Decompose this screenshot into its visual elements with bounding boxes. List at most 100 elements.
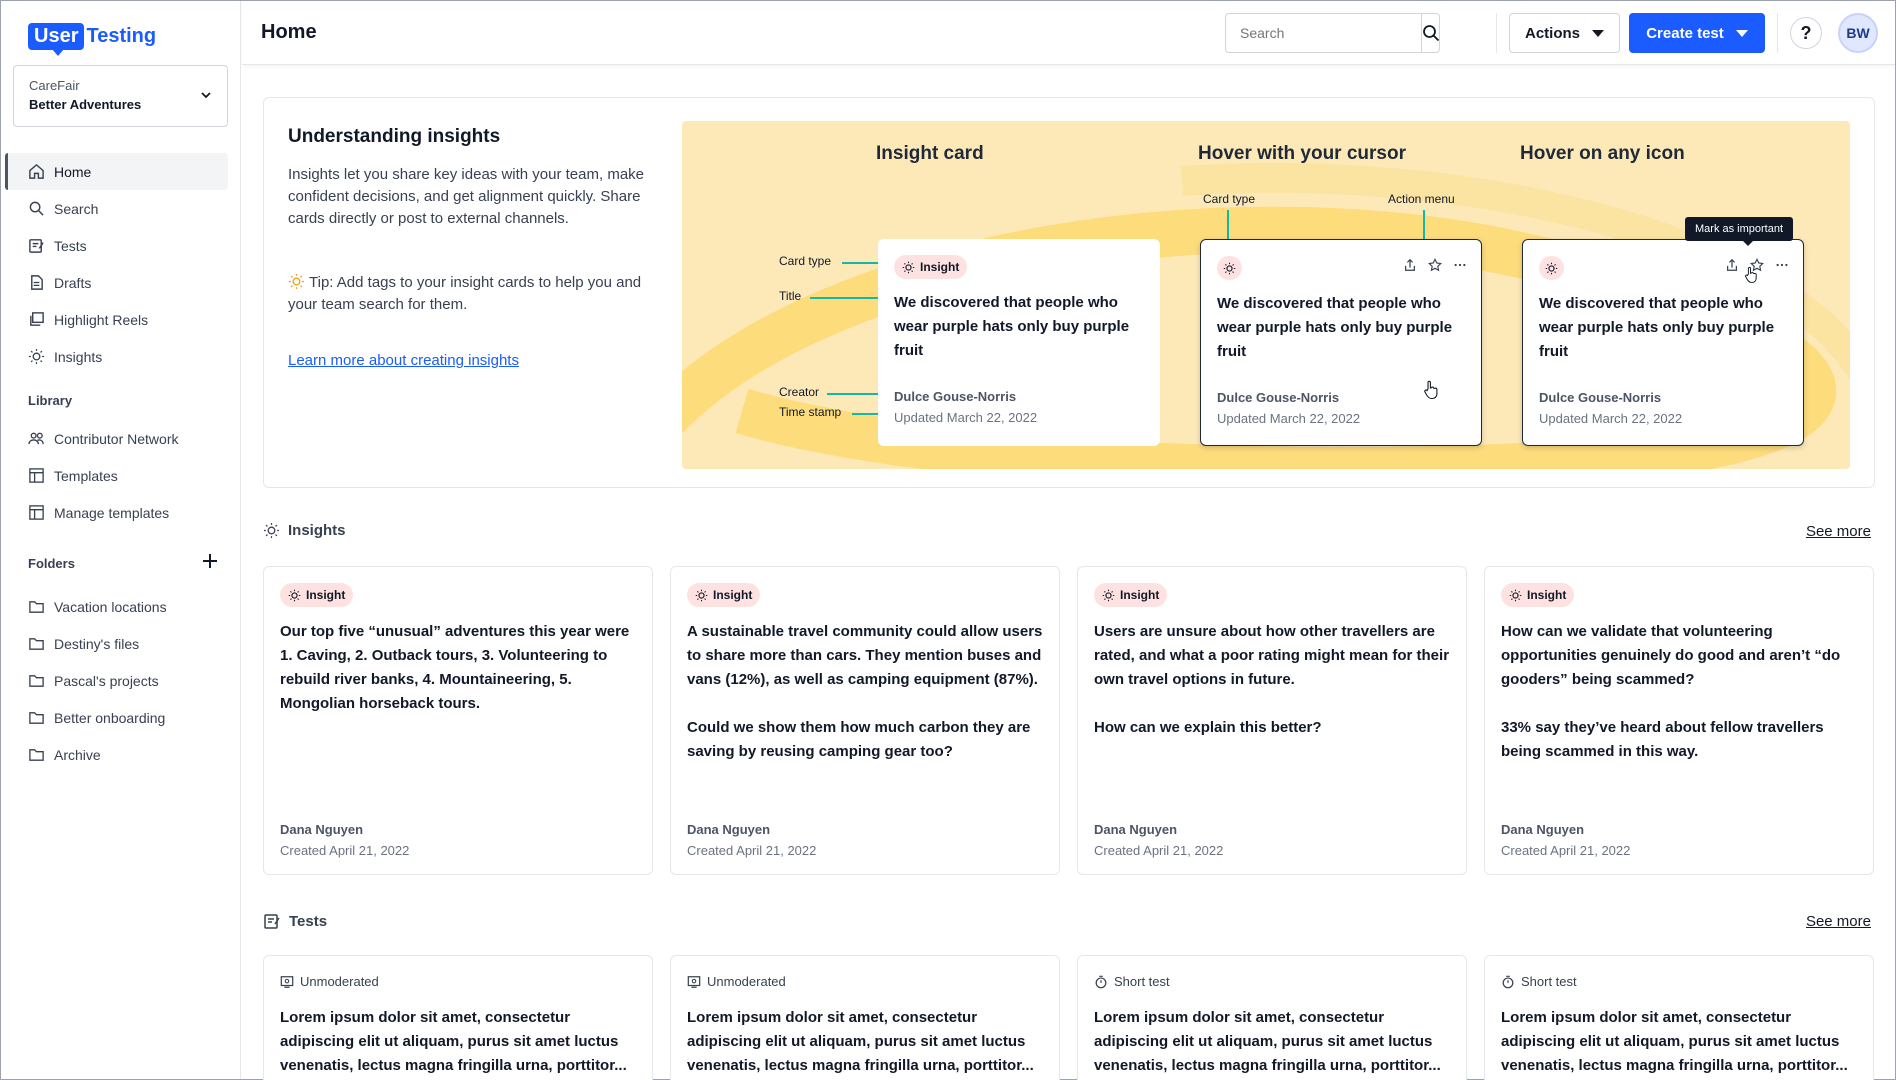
- card-author: Dulce Gouse-Norris: [1217, 390, 1340, 405]
- learn-more-link[interactable]: Learn more about creating insights: [288, 352, 519, 369]
- tip-text: Tip: Add tags to your insight cards to h…: [288, 274, 642, 313]
- create-test-button[interactable]: Create test: [1629, 13, 1765, 53]
- card-text: A sustainable travel community could all…: [687, 623, 1043, 688]
- usertesting-logo[interactable]: User Testing: [28, 21, 156, 56]
- template-icon: [29, 505, 44, 520]
- pill-label: Insight: [1120, 588, 1160, 602]
- insight-card[interactable]: Insight How can we validate that volunte…: [1484, 566, 1874, 875]
- folder-label: Vacation locations: [54, 598, 167, 615]
- card-author: Dulce Gouse-Norris: [1539, 390, 1662, 405]
- search-input[interactable]: [1226, 14, 1422, 52]
- highlight-reels-icon: [30, 312, 44, 326]
- annotation-action-menu: Action menu: [1388, 192, 1455, 206]
- section-label: Tests: [289, 912, 328, 930]
- star-icon: [1428, 258, 1442, 272]
- nav-item-templates[interactable]: Templates: [5, 457, 228, 494]
- lightbulb-icon: [695, 589, 708, 601]
- workspace-switcher[interactable]: CareFair Better Adventures: [13, 65, 228, 127]
- divider: [1777, 13, 1778, 53]
- insights-see-more-link[interactable]: See more: [1806, 523, 1871, 540]
- workspace-name: Better Adventures: [29, 97, 142, 112]
- nav-item-insights[interactable]: Insights: [5, 338, 228, 375]
- drafts-icon: [31, 275, 43, 290]
- search-icon: [1423, 25, 1440, 42]
- folder-item-destinys-files[interactable]: Destiny's files: [5, 625, 228, 662]
- nav-item-highlight-reels[interactable]: Highlight Reels: [5, 301, 228, 338]
- lightbulb-icon: [1509, 589, 1522, 601]
- lightbulb-icon: [263, 522, 280, 539]
- more-icon: [1776, 263, 1788, 267]
- test-card[interactable]: Unmoderated Lorem ipsum dolor sit amet, …: [263, 955, 653, 1080]
- lightbulb-icon: [288, 273, 305, 290]
- nav-item-home[interactable]: Home: [5, 153, 228, 190]
- card-author: Dana Nguyen: [1094, 822, 1178, 837]
- lightbulb-icon: [902, 261, 915, 273]
- card-title: We discovered that people who wear purpl…: [1217, 295, 1453, 360]
- nav-item-drafts[interactable]: Drafts: [5, 264, 228, 301]
- help-button[interactable]: ?: [1790, 17, 1822, 49]
- lightbulb-icon: [1545, 262, 1558, 274]
- nav-label-home: Home: [54, 163, 92, 180]
- pill-label: Insight: [306, 588, 346, 602]
- nav-item-contributor-network[interactable]: Contributor Network: [5, 420, 228, 457]
- tests-icon: [29, 239, 44, 253]
- insight-card[interactable]: Insight Our top five “unusual” adventure…: [263, 566, 653, 875]
- user-avatar[interactable]: BW: [1838, 13, 1878, 53]
- actions-button[interactable]: Actions: [1509, 13, 1620, 53]
- folder-label: Destiny's files: [54, 635, 140, 652]
- folder-icon: [29, 638, 44, 650]
- primary-nav: Home Search Tests Drafts Highlight Reels…: [5, 153, 228, 375]
- example-insight-card-hover: We discovered that people who wear purpl…: [1200, 239, 1482, 446]
- card-author: Dana Nguyen: [687, 822, 771, 837]
- folder-item-better-onboarding[interactable]: Better onboarding: [5, 699, 228, 736]
- insight-type-pill: Insight: [1501, 583, 1575, 607]
- top-bar: Home Actions Create test ? BW: [242, 1, 1895, 65]
- folder-item-vacation-locations[interactable]: Vacation locations: [5, 588, 228, 625]
- unmoderated-icon: [280, 975, 294, 988]
- lightbulb-icon: [288, 589, 301, 601]
- card-date: Created April 21, 2022: [687, 843, 817, 858]
- nav-item-tests[interactable]: Tests: [5, 227, 228, 264]
- hand-cursor-icon: [1424, 380, 1438, 400]
- test-card[interactable]: Short test Lorem ipsum dolor sit amet, c…: [1077, 955, 1467, 1080]
- logo-text-user: User: [28, 22, 85, 56]
- folder-item-archive[interactable]: Archive: [5, 736, 228, 773]
- test-card[interactable]: Short test Lorem ipsum dolor sit amet, c…: [1484, 955, 1874, 1080]
- card-author: Dulce Gouse-Norris: [894, 389, 1017, 404]
- nav-item-search[interactable]: Search: [5, 190, 228, 227]
- folder-icon: [29, 749, 44, 761]
- nav-label-insights: Insights: [54, 348, 103, 365]
- test-type-label: Unmoderated: [300, 974, 379, 989]
- insight-card[interactable]: Insight A sustainable travel community c…: [670, 566, 1060, 875]
- search-button[interactable]: [1422, 14, 1440, 52]
- nav-label-drafts: Drafts: [54, 274, 92, 291]
- insight-card-illustration: Insight card Hover with your cursor Hove…: [682, 121, 1850, 469]
- home-icon: [29, 163, 44, 179]
- example-insight-card-icon-hover: We discovered that people who wear purpl…: [1522, 239, 1804, 446]
- test-type-label: Short test: [1114, 974, 1170, 989]
- section-label: Insights: [288, 522, 346, 539]
- info-description: Insights let you share key ideas with yo…: [288, 166, 645, 227]
- nav-label-contributor-network: Contributor Network: [54, 430, 179, 447]
- stopwatch-icon: [1502, 975, 1514, 988]
- tests-see-more-link[interactable]: See more: [1806, 913, 1871, 930]
- card-author: Dana Nguyen: [280, 822, 364, 837]
- annotation-line: [827, 393, 884, 395]
- test-title: Lorem ipsum dolor sit amet, consectetur …: [280, 1009, 627, 1074]
- folders-nav: Vacation locations Destiny's files Pasca…: [5, 588, 228, 773]
- plus-icon[interactable]: [201, 552, 219, 570]
- insight-type-pill: Insight: [687, 583, 761, 607]
- library-heading: Library: [28, 393, 73, 408]
- card-text: 33% say they’ve heard about fellow trave…: [1501, 719, 1824, 760]
- lightbulb-icon: [28, 348, 45, 365]
- nav-label-search: Search: [54, 200, 99, 217]
- nav-item-manage-templates[interactable]: Manage templates: [5, 494, 228, 531]
- folder-item-pascals-projects[interactable]: Pascal's projects: [5, 662, 228, 699]
- sidebar: User Testing CareFair Better Adventures …: [1, 1, 241, 1079]
- tests-section-heading: Tests: [263, 912, 327, 930]
- pill-label: Insight: [1527, 588, 1567, 602]
- card-author: Dana Nguyen: [1501, 822, 1585, 837]
- card-text: Our top five “unusual” adventures this y…: [280, 623, 630, 712]
- insight-card[interactable]: Insight Users are unsure about how other…: [1077, 566, 1467, 875]
- test-card[interactable]: Unmoderated Lorem ipsum dolor sit amet, …: [670, 955, 1060, 1080]
